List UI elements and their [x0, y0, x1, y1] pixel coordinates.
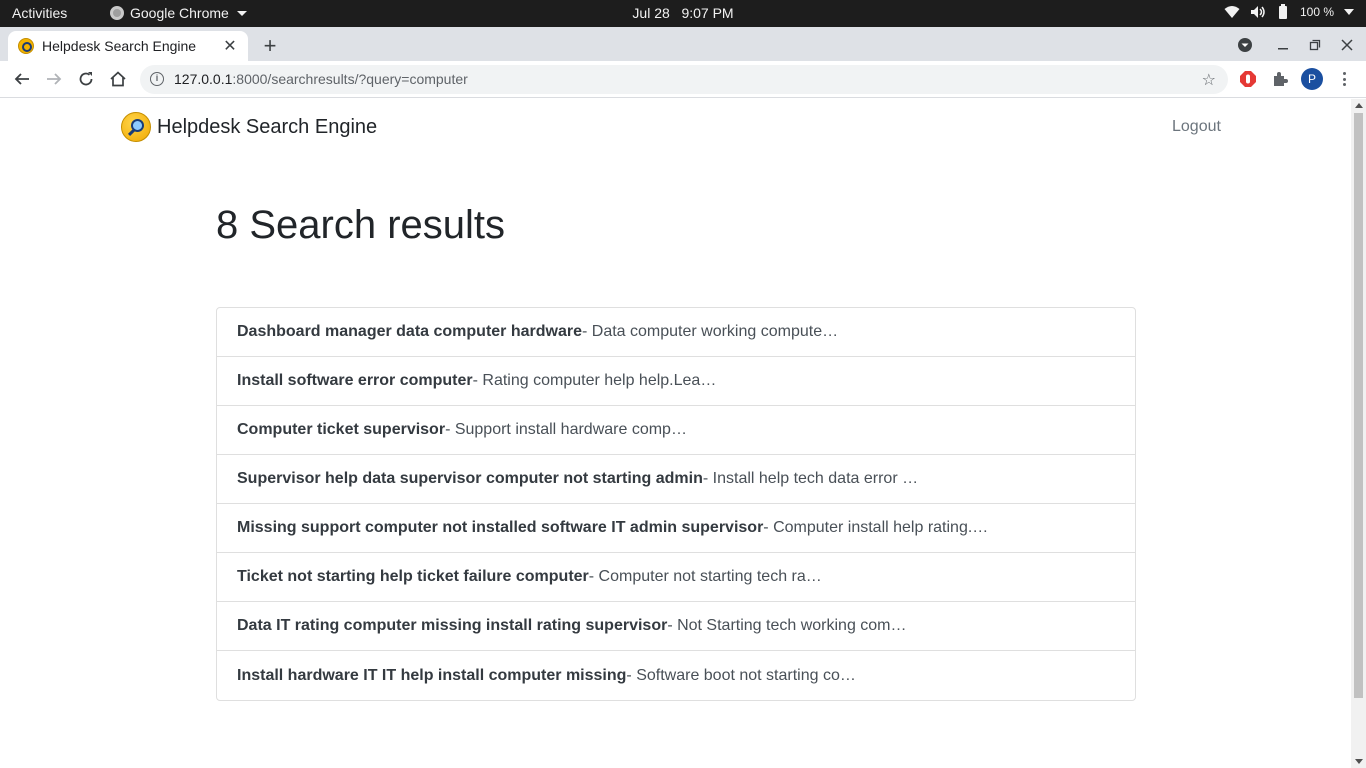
result-snippet: - Support install hardware comp…	[445, 421, 687, 438]
page-title: 8 Search results	[216, 203, 506, 247]
result-item[interactable]: Supervisor help data supervisor computer…	[217, 455, 1135, 504]
result-snippet: - Not Starting tech working com…	[667, 617, 907, 634]
tab-search-button[interactable]	[1235, 35, 1255, 55]
browser-toolbar: i 127.0.0.1:8000/searchresults/?query=co…	[0, 61, 1366, 98]
dot-icon	[1342, 77, 1346, 81]
profile-avatar[interactable]: P	[1301, 68, 1323, 90]
result-title: Data IT rating computer missing install …	[237, 617, 668, 634]
close-icon	[1341, 39, 1353, 51]
result-snippet: - Computer install help rating.…	[763, 519, 989, 536]
arrow-right-icon	[47, 73, 62, 85]
address-bar[interactable]: i 127.0.0.1:8000/searchresults/?query=co…	[140, 65, 1228, 94]
tab-close-icon[interactable]: ✕	[222, 36, 238, 56]
maximize-button[interactable]	[1305, 35, 1325, 55]
brand-name: Helpdesk Search Engine	[157, 115, 378, 138]
page-scrollbar[interactable]	[1351, 99, 1366, 768]
tab-strip: Helpdesk Search Engine ✕ +	[0, 27, 1366, 61]
dot-icon	[1342, 72, 1346, 75]
logout-link[interactable]: Logout	[1172, 118, 1221, 136]
favicon-icon	[18, 38, 34, 54]
puzzle-icon	[1274, 72, 1288, 86]
minimize-button[interactable]	[1273, 35, 1293, 55]
result-title: Install software error computer	[237, 372, 473, 389]
activities-button[interactable]: Activities	[12, 5, 67, 21]
result-item[interactable]: Data IT rating computer missing install …	[217, 602, 1135, 651]
wifi-icon	[1224, 6, 1240, 18]
page-viewport: Helpdesk Search Engine Logout 8 Search r…	[0, 99, 1366, 768]
clock-date: Jul 28	[632, 5, 670, 21]
close-window-button[interactable]	[1337, 35, 1357, 55]
battery-percent: 100 %	[1299, 5, 1334, 19]
status-area[interactable]: 100 %	[1224, 4, 1354, 20]
home-icon	[110, 71, 126, 87]
battery-icon	[1278, 4, 1287, 19]
result-snippet: - Computer not starting tech ra…	[588, 568, 822, 585]
result-title: Missing support computer not installed s…	[237, 519, 764, 536]
result-item[interactable]: Missing support computer not installed s…	[217, 504, 1135, 553]
url-host: 127.0.0.1	[174, 71, 233, 87]
result-snippet: - Software boot not starting co…	[626, 666, 856, 684]
scroll-up-icon[interactable]	[1355, 103, 1363, 108]
result-snippet: - Rating computer help help.Lea…	[472, 372, 717, 389]
caret-down-icon	[236, 10, 247, 16]
minimize-icon	[1278, 48, 1288, 50]
magnifier-logo-icon	[121, 112, 151, 142]
volume-icon	[1250, 6, 1265, 18]
browser-tab[interactable]: Helpdesk Search Engine ✕	[8, 31, 248, 61]
dot-icon	[1342, 83, 1346, 86]
result-item[interactable]: Install hardware IT IT help install comp…	[217, 651, 1135, 700]
app-menu-label: Google Chrome	[130, 5, 229, 21]
tab-search-icon	[1238, 38, 1252, 52]
forward-button[interactable]	[42, 67, 66, 91]
result-item[interactable]: Computer ticket supervisor - Support ins…	[217, 406, 1135, 455]
caret-down-icon	[1344, 9, 1354, 15]
home-button[interactable]	[106, 67, 130, 91]
stop-hand-icon	[1240, 71, 1256, 87]
clock-time: 9:07 PM	[681, 5, 734, 21]
extension-button[interactable]	[1238, 69, 1258, 89]
result-title: Dashboard manager data computer hardware	[237, 323, 582, 340]
result-title: Computer ticket supervisor	[237, 421, 446, 438]
navbar-brand[interactable]: Helpdesk Search Engine	[121, 112, 377, 142]
result-title: Ticket not starting help ticket failure …	[237, 568, 589, 585]
arrow-left-icon	[14, 73, 29, 85]
reload-button[interactable]	[74, 67, 98, 91]
result-snippet: - Install help tech data error …	[702, 470, 919, 487]
result-item[interactable]: Install software error computer - Rating…	[217, 357, 1135, 406]
result-item[interactable]: Dashboard manager data computer hardware…	[217, 308, 1135, 357]
system-top-bar: Activities Google Chrome Jul 28 9:07 PM …	[0, 0, 1366, 27]
result-title: Install hardware IT IT help install comp…	[237, 666, 627, 684]
reload-icon	[79, 72, 93, 86]
url-text[interactable]: 127.0.0.1:8000/searchresults/?query=comp…	[174, 71, 468, 87]
tab-title: Helpdesk Search Engine	[42, 38, 197, 54]
bookmark-star-icon[interactable]: ☆	[1202, 70, 1216, 90]
chrome-icon	[110, 6, 124, 20]
scroll-down-icon[interactable]	[1355, 759, 1363, 764]
result-item[interactable]: Ticket not starting help ticket failure …	[217, 553, 1135, 602]
results-list: Dashboard manager data computer hardware…	[216, 307, 1136, 701]
restore-icon	[1309, 39, 1321, 51]
url-path: :8000/searchresults/?query=computer	[232, 71, 468, 87]
site-info-icon[interactable]: i	[150, 72, 164, 86]
new-tab-button[interactable]: +	[258, 35, 282, 59]
app-menu[interactable]: Google Chrome	[110, 5, 247, 21]
extensions-menu-button[interactable]	[1270, 69, 1290, 89]
result-snippet: - Data computer working compute…	[581, 323, 839, 340]
result-title: Supervisor help data supervisor computer…	[237, 470, 703, 487]
scroll-thumb[interactable]	[1354, 113, 1363, 698]
chrome-menu-button[interactable]	[1338, 70, 1350, 88]
back-button[interactable]	[10, 67, 34, 91]
